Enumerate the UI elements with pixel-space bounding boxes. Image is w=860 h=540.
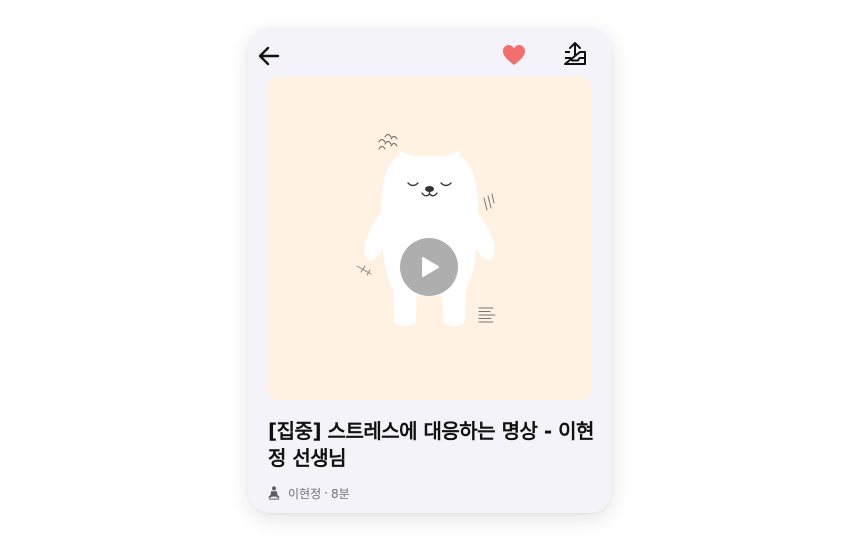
arrow-left-icon — [258, 46, 280, 66]
favorite-button[interactable] — [501, 42, 527, 68]
session-title: [집중] 스트레스에 대응하는 명상 - 이현정 선생님 — [268, 419, 594, 470]
session-duration: 8분 — [330, 486, 350, 501]
back-button[interactable] — [257, 43, 283, 69]
share-button[interactable] — [562, 40, 588, 68]
heart-icon — [503, 45, 525, 65]
top-bar — [248, 28, 612, 78]
teacher-name: 이현정 — [288, 486, 322, 501]
play-icon — [422, 257, 439, 277]
session-meta: 이현정 · 8분 — [267, 484, 350, 502]
play-button[interactable] — [400, 238, 458, 296]
media-thumbnail[interactable] — [267, 76, 592, 400]
meditation-card[interactable]: [집중] 스트레스에 대응하는 명상 - 이현정 선생님 이현정 · 8분 — [248, 28, 612, 513]
meta-separator: · — [324, 486, 328, 500]
meditation-person-icon — [268, 486, 280, 500]
share-tray-icon — [564, 42, 586, 65]
